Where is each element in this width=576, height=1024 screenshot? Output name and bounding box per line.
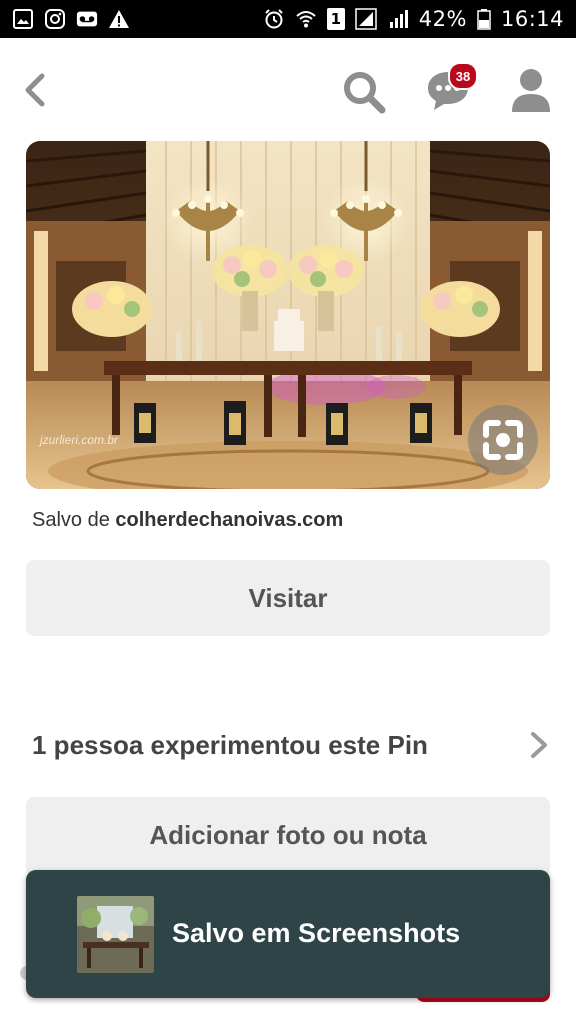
chevron-right-icon <box>531 732 547 758</box>
saved-from-text: Salvo de colherdechanoivas.com <box>32 509 343 532</box>
search-icon <box>344 72 386 114</box>
sim-icon: 1 <box>326 8 345 30</box>
pin-image[interactable]: jzurlieri.com.br <box>26 141 550 489</box>
chevron-left-icon <box>25 73 45 107</box>
clock: 16:14 <box>500 7 564 31</box>
wifi-icon <box>296 11 316 28</box>
tried-pin-row[interactable]: 1 pessoa experimentou este Pin <box>32 722 552 770</box>
battery-icon <box>477 9 491 30</box>
toast-message: Salvo em Screenshots <box>172 918 461 948</box>
search-button[interactable] <box>340 68 388 116</box>
instagram-notification-icon <box>45 9 65 29</box>
person-icon <box>512 69 550 112</box>
signal-icon <box>355 8 377 30</box>
profile-button[interactable] <box>508 66 554 114</box>
warning-notification-icon <box>109 10 129 28</box>
status-left-icons <box>12 8 130 30</box>
visit-button[interactable]: Visitar <box>26 560 550 636</box>
status-right-icons: 1 42% 16:14 <box>263 7 564 31</box>
back-button[interactable] <box>18 68 54 112</box>
voicemail-notification-icon <box>76 11 98 27</box>
tried-pin-label: 1 pessoa experimentou este Pin <box>32 730 428 760</box>
notification-badge: 38 <box>448 62 478 90</box>
saved-from-prefix: Salvo de <box>32 509 110 531</box>
visual-search-button[interactable] <box>468 405 538 475</box>
saved-from-domain[interactable]: colherdechanoivas.com <box>115 509 343 531</box>
lens-scan-icon <box>483 420 523 460</box>
status-bar: 1 42% 16:14 <box>0 0 576 38</box>
add-photo-or-note-button[interactable]: Adicionar foto ou nota <box>26 797 550 877</box>
saved-toast[interactable]: Salvo em Screenshots <box>26 870 550 998</box>
gallery-notification-icon <box>13 9 33 29</box>
app-bar <box>0 38 576 140</box>
toast-thumbnail <box>77 896 154 973</box>
alarm-icon <box>265 9 283 29</box>
photo-watermark: jzurlieri.com.br <box>40 433 119 447</box>
signal-icon-secondary <box>389 10 408 28</box>
battery-percent: 42% <box>418 7 467 31</box>
